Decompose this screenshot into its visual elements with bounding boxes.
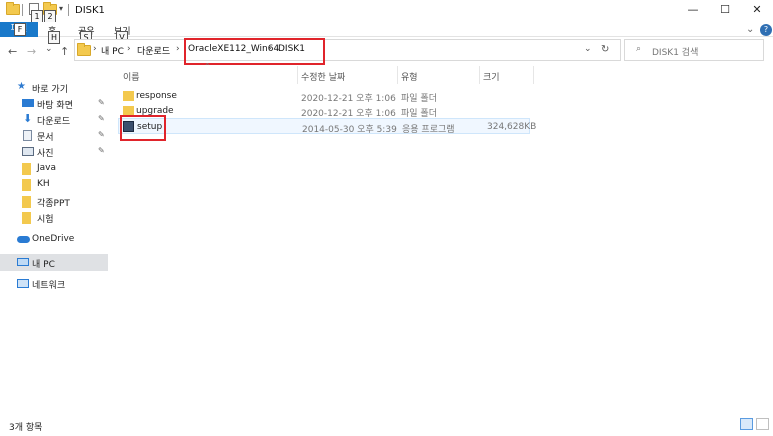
- column-divider[interactable]: [297, 66, 298, 84]
- file-name: response: [136, 91, 177, 101]
- up-button[interactable]: ↑: [60, 45, 69, 58]
- breadcrumb-separator: ›: [127, 44, 131, 54]
- column-header-type[interactable]: 유형: [401, 70, 418, 83]
- sidebar-item-desktop[interactable]: 바탕 화면 ✎: [0, 96, 108, 112]
- sidebar-item-network[interactable]: 네트워크: [0, 276, 108, 292]
- pin-icon: ✎: [98, 130, 105, 139]
- search-icon: ⌕: [636, 44, 642, 54]
- file-size: 324,628KB: [487, 122, 537, 132]
- large-icons-view-button[interactable]: [756, 418, 769, 430]
- maximize-button[interactable]: ☐: [709, 0, 741, 20]
- column-header-name[interactable]: 이름: [123, 70, 140, 83]
- refresh-button[interactable]: ↻: [601, 44, 609, 55]
- sidebar-quick-access[interactable]: ★ 바로 가기: [0, 80, 108, 96]
- breadcrumb-this-pc[interactable]: 내 PC: [101, 44, 124, 57]
- window-title: DISK1: [75, 5, 105, 16]
- pin-icon: ✎: [98, 98, 105, 107]
- document-icon: [23, 130, 32, 141]
- folder-icon: [22, 163, 31, 175]
- sidebar-label: 시험: [37, 215, 54, 225]
- setup-highlight-box: [120, 115, 166, 141]
- sidebar-label: 네트워크: [32, 281, 66, 291]
- file-row-setup[interactable]: setup 2014-05-30 오후 5:39 응용 프로그램 324,628…: [118, 118, 536, 135]
- sidebar-label: OneDrive: [32, 234, 75, 244]
- sidebar-item-ppt[interactable]: 각종PPT: [0, 194, 108, 210]
- recent-locations-button[interactable]: ⌄: [45, 44, 53, 54]
- breadcrumb-downloads[interactable]: 다운로드: [137, 44, 170, 57]
- customize-toolbar-icon[interactable]: ▾: [59, 4, 63, 13]
- file-row-response[interactable]: response 2020-12-21 오후 1:06 파일 폴더: [118, 88, 530, 104]
- star-icon: ★: [17, 81, 26, 92]
- pin-icon: ✎: [98, 114, 105, 123]
- sidebar-item-this-pc[interactable]: 내 PC: [0, 254, 108, 271]
- back-button[interactable]: ←: [8, 45, 17, 58]
- column-header-size[interactable]: 크기: [483, 70, 500, 83]
- file-row-upgrade[interactable]: upgrade 2020-12-21 오후 1:06 파일 폴더: [118, 103, 530, 119]
- sidebar-item-kh[interactable]: KH: [0, 177, 108, 193]
- cursor-icon: ⌃: [204, 62, 211, 71]
- sidebar-label: 문서: [37, 133, 54, 143]
- desktop-icon: [22, 99, 34, 107]
- breadcrumb-separator: ›: [93, 44, 97, 54]
- file-date: 2014-05-30 오후 5:39: [302, 125, 397, 135]
- network-icon: [17, 279, 29, 288]
- forward-button[interactable]: →: [27, 45, 36, 58]
- minimize-button[interactable]: —: [677, 0, 709, 20]
- sidebar-item-onedrive[interactable]: OneDrive: [0, 232, 108, 248]
- column-divider[interactable]: [479, 66, 480, 84]
- folder-icon: [22, 196, 31, 208]
- status-item-count: 3개 항목: [9, 423, 43, 433]
- column-divider[interactable]: [533, 66, 534, 84]
- sidebar-label: 사진: [37, 149, 54, 159]
- sidebar-label: 바탕 화면: [37, 101, 73, 111]
- keytip-f: F: [14, 23, 26, 36]
- sidebar-label: KH: [37, 179, 50, 189]
- close-button[interactable]: ✕: [741, 0, 773, 20]
- column-divider[interactable]: [397, 66, 398, 84]
- help-icon[interactable]: ?: [760, 24, 772, 36]
- breadcrumb-highlight-box: [184, 38, 325, 65]
- folder-icon: [6, 2, 20, 15]
- search-placeholder: DISK1 검색: [652, 48, 699, 58]
- download-icon: ⬇: [23, 112, 33, 125]
- divider: [22, 4, 23, 16]
- sidebar-item-documents[interactable]: 문서 ✎: [0, 128, 108, 144]
- folder-icon: [22, 179, 31, 191]
- sidebar-item-downloads[interactable]: ⬇ 다운로드 ✎: [0, 112, 108, 128]
- expand-ribbon-icon[interactable]: ⌄: [746, 24, 754, 35]
- cloud-icon: [17, 236, 30, 243]
- column-header-date[interactable]: 수정한 날짜: [301, 70, 345, 83]
- file-type: 응용 프로그램: [402, 125, 455, 135]
- divider: [68, 4, 69, 16]
- sidebar-label: 바로 가기: [32, 85, 68, 95]
- keytip-h: H: [48, 31, 60, 44]
- sidebar-label: 각종PPT: [37, 199, 70, 209]
- sidebar-label: 내 PC: [32, 260, 55, 270]
- breadcrumb-separator: ›: [176, 44, 180, 54]
- sidebar-label: 다운로드: [37, 117, 71, 127]
- folder-icon: [77, 43, 91, 56]
- sidebar-item-pictures[interactable]: 사진 ✎: [0, 144, 108, 160]
- pictures-icon: [22, 147, 34, 156]
- pin-icon: ✎: [98, 146, 105, 155]
- folder-icon: [123, 91, 134, 101]
- sidebar-item-exam[interactable]: 시험: [0, 210, 108, 226]
- address-dropdown-button[interactable]: ⌄: [584, 44, 592, 54]
- details-view-button[interactable]: [740, 418, 753, 430]
- title-bar: 1 2 ▾ DISK1 — ☐ ✕: [0, 0, 773, 23]
- computer-icon: [17, 258, 29, 266]
- sidebar-item-java[interactable]: Java: [0, 161, 108, 177]
- sidebar-label: Java: [37, 163, 57, 173]
- folder-icon: [22, 212, 31, 224]
